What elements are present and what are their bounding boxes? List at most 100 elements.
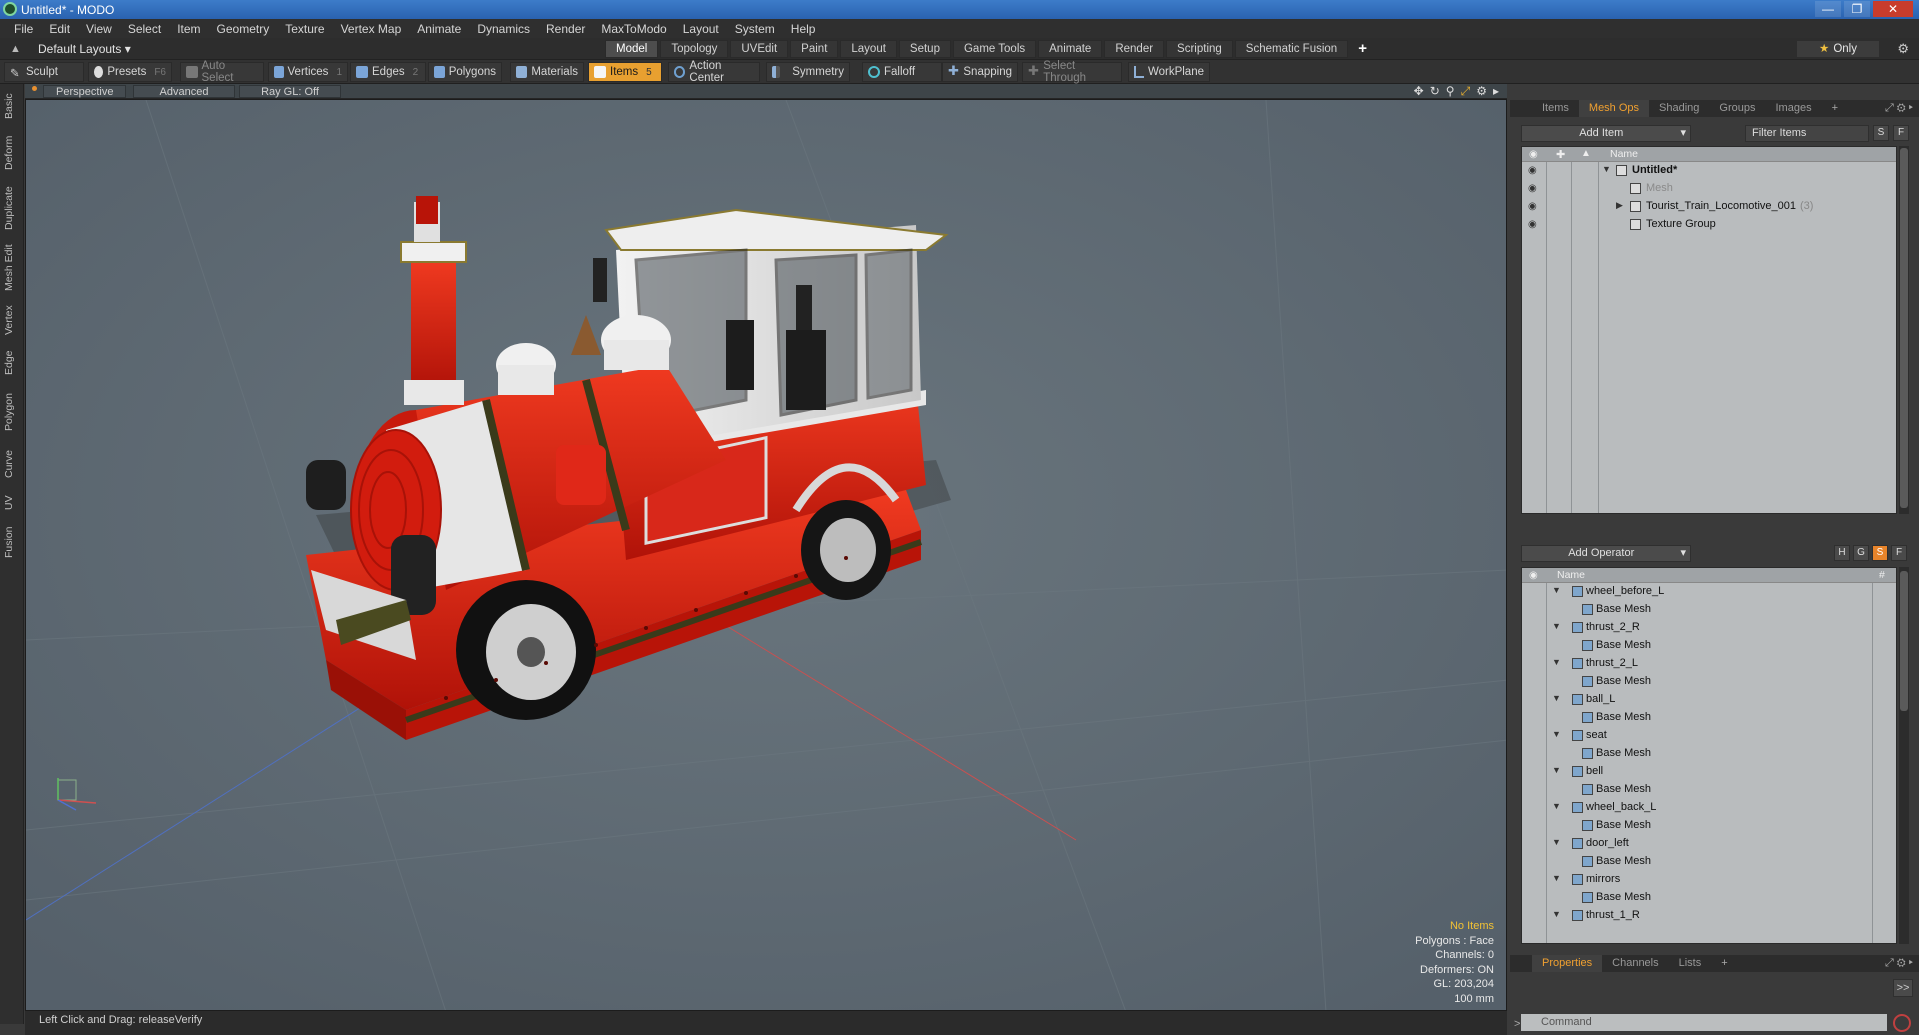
panel-tab-add[interactable]: + — [1822, 100, 1848, 117]
mesh-op-row[interactable]: ▼ door_left — [1522, 835, 1896, 853]
left-tab-curve[interactable]: Curve — [3, 444, 21, 484]
mesh-op-row[interactable]: ▼ mirrors — [1522, 871, 1896, 889]
mesh-op-row[interactable]: ▼ seat — [1522, 727, 1896, 745]
eye-icon[interactable]: ◉ — [1528, 165, 1540, 176]
tab-render[interactable]: Render — [1104, 40, 1165, 58]
mesh-op-row[interactable]: ▼ wheel_back_L — [1522, 799, 1896, 817]
viewport-gear-icon[interactable]: ⚙ — [1476, 84, 1487, 99]
base-mesh-row[interactable]: Base Mesh — [1522, 745, 1896, 763]
menu-render[interactable]: Render — [538, 22, 593, 36]
tab-scripting[interactable]: Scripting — [1166, 40, 1233, 58]
mesh-op-row[interactable]: ▼ thrust_2_L — [1522, 655, 1896, 673]
collapse-arrow-icon[interactable]: ▼ — [1552, 909, 1561, 919]
collapse-arrow-icon[interactable]: ▼ — [1552, 657, 1561, 667]
base-mesh-row[interactable]: Base Mesh — [1522, 889, 1896, 907]
tab-setup[interactable]: Setup — [898, 40, 951, 58]
collapse-arrow-icon[interactable]: ▼ — [1552, 801, 1561, 811]
select-through-button[interactable]: ✚ Select Through — [1022, 60, 1122, 84]
collapse-arrow-icon[interactable]: ▼ — [1552, 585, 1561, 595]
base-mesh-row[interactable]: Base Mesh — [1522, 601, 1896, 619]
mesh-op-row[interactable]: ▼ bell — [1522, 763, 1896, 781]
minimize-icon[interactable]: — — [1815, 1, 1841, 17]
auto-select-button[interactable]: Auto Select — [180, 60, 264, 84]
mesh-ops-list[interactable]: ◉ Name # ▼ wheel_before_L Base Mesh ▼ thrust… — [1521, 567, 1897, 944]
shading-mode-dropdown[interactable]: Advanced — [133, 85, 235, 98]
panel-tab-properties[interactable]: Properties — [1532, 955, 1603, 972]
meshops-f-toggle[interactable]: F — [1891, 545, 1907, 561]
only-toggle[interactable]: ★ Only — [1797, 41, 1879, 57]
collapse-arrow-icon[interactable]: ▼ — [1552, 765, 1561, 775]
left-tab-duplicate[interactable]: Duplicate — [3, 182, 21, 234]
menu-animate[interactable]: Animate — [409, 22, 469, 36]
menu-layout[interactable]: Layout — [675, 22, 727, 36]
tab-paint[interactable]: Paint — [790, 40, 839, 58]
panel-tab-channels[interactable]: Channels — [1602, 955, 1668, 972]
tab-schematic-fusion[interactable]: Schematic Fusion — [1234, 40, 1349, 58]
base-mesh-row[interactable]: Base Mesh — [1522, 853, 1896, 871]
left-tab-vertex[interactable]: Vertex — [3, 302, 21, 338]
left-tab-basic[interactable]: Basic — [3, 88, 21, 124]
menu-vertex-map[interactable]: Vertex Map — [333, 22, 410, 36]
item-row[interactable]: ◉ ▼ Untitled* — [1522, 162, 1896, 180]
base-mesh-row[interactable]: Base Mesh — [1522, 709, 1896, 727]
filter-f-toggle[interactable]: F — [1893, 125, 1909, 141]
item-row[interactable]: ◉ Mesh — [1522, 180, 1896, 198]
filter-items-input[interactable]: Filter Items — [1745, 125, 1869, 142]
item-row[interactable]: ◉ Texture Group — [1522, 216, 1896, 234]
collapse-arrow-icon[interactable]: ▼ — [1552, 837, 1561, 847]
raygl-toggle[interactable]: Ray GL: Off — [239, 85, 341, 98]
command-history-icon[interactable] — [1893, 1014, 1911, 1032]
gear-icon[interactable]: ⚙ — [1897, 41, 1909, 57]
mesh-op-row[interactable]: ▼ ball_L — [1522, 691, 1896, 709]
zoom-view-icon[interactable]: ⚲ — [1446, 84, 1455, 99]
menu-select[interactable]: Select — [120, 22, 169, 36]
maximize-view-icon[interactable]: ⤢ — [1461, 84, 1471, 99]
items-button[interactable]: Items 5 — [588, 62, 662, 82]
base-mesh-row[interactable]: Base Mesh — [1522, 637, 1896, 655]
edges-button[interactable]: Edges 2 — [350, 62, 426, 82]
menu-edit[interactable]: Edit — [41, 22, 78, 36]
item-row[interactable]: ◉ ▶ Tourist_Train_Locomotive_001 (3) — [1522, 198, 1896, 216]
add-item-button[interactable]: Add Item ▾ — [1521, 125, 1691, 142]
collapse-arrow-icon[interactable]: ▼ — [1552, 873, 1561, 883]
tab-model[interactable]: Model — [605, 40, 659, 58]
add-operator-button[interactable]: Add Operator ▾ — [1521, 545, 1691, 562]
sculpt-button[interactable]: ✎ Sculpt — [4, 62, 84, 82]
command-input[interactable]: Command — [1521, 1014, 1887, 1031]
panel-tab-groups[interactable]: Groups — [1709, 100, 1765, 117]
menu-dynamics[interactable]: Dynamics — [469, 22, 538, 36]
tab-uvedit[interactable]: UVEdit — [730, 40, 789, 58]
left-tab-edge[interactable]: Edge — [3, 346, 21, 380]
menu-item[interactable]: Item — [169, 22, 208, 36]
base-mesh-row[interactable]: Base Mesh — [1522, 817, 1896, 835]
tab-game-tools[interactable]: Game Tools — [952, 40, 1037, 58]
expand-arrow-icon[interactable]: ▶ — [1616, 200, 1623, 211]
mesh-op-row[interactable]: ▼ wheel_before_L — [1522, 583, 1896, 601]
tab-topology[interactable]: Topology — [660, 40, 729, 58]
left-tab-deform[interactable]: Deform — [3, 132, 21, 174]
tab-animate[interactable]: Animate — [1038, 40, 1103, 58]
mesh-ops-scroll-thumb[interactable] — [1900, 571, 1908, 711]
add-layout-tab-icon[interactable]: + — [1350, 40, 1375, 58]
eye-icon[interactable]: ◉ — [1528, 219, 1540, 230]
default-layouts-dropdown[interactable]: Default Layouts ▾ — [38, 42, 131, 56]
item-list-scrollbar[interactable] — [1899, 146, 1909, 514]
meshops-g-toggle[interactable]: G — [1853, 545, 1869, 561]
menu-texture[interactable]: Texture — [277, 22, 332, 36]
panel-tab-items[interactable]: Items — [1532, 100, 1579, 117]
menu-maxtomodo[interactable]: MaxToModo — [593, 22, 674, 36]
eye-icon[interactable]: ◉ — [1528, 183, 1540, 194]
3d-viewport[interactable]: No Items Polygons : Face Channels: 0 Def… — [25, 99, 1507, 1011]
collapse-arrow-icon[interactable]: ▼ — [1552, 729, 1561, 739]
view-type-dropdown[interactable]: Perspective — [43, 85, 127, 98]
items-panel-tools-icon[interactable]: ⤢ ⚙ ▸ — [1885, 102, 1913, 115]
panel-tab-lists[interactable]: Lists — [1669, 955, 1712, 972]
base-mesh-row[interactable]: Base Mesh — [1522, 781, 1896, 799]
close-icon[interactable]: ✕ — [1873, 1, 1913, 17]
menu-help[interactable]: Help — [783, 22, 824, 36]
collapse-arrow-icon[interactable]: ▼ — [1602, 164, 1611, 174]
viewport-expand-icon[interactable]: ▸ — [1493, 84, 1499, 99]
left-tab-uv[interactable]: UV — [3, 492, 21, 514]
vertices-button[interactable]: Vertices 1 — [268, 62, 348, 82]
panel-tab-mesh-ops[interactable]: Mesh Ops — [1578, 100, 1650, 117]
